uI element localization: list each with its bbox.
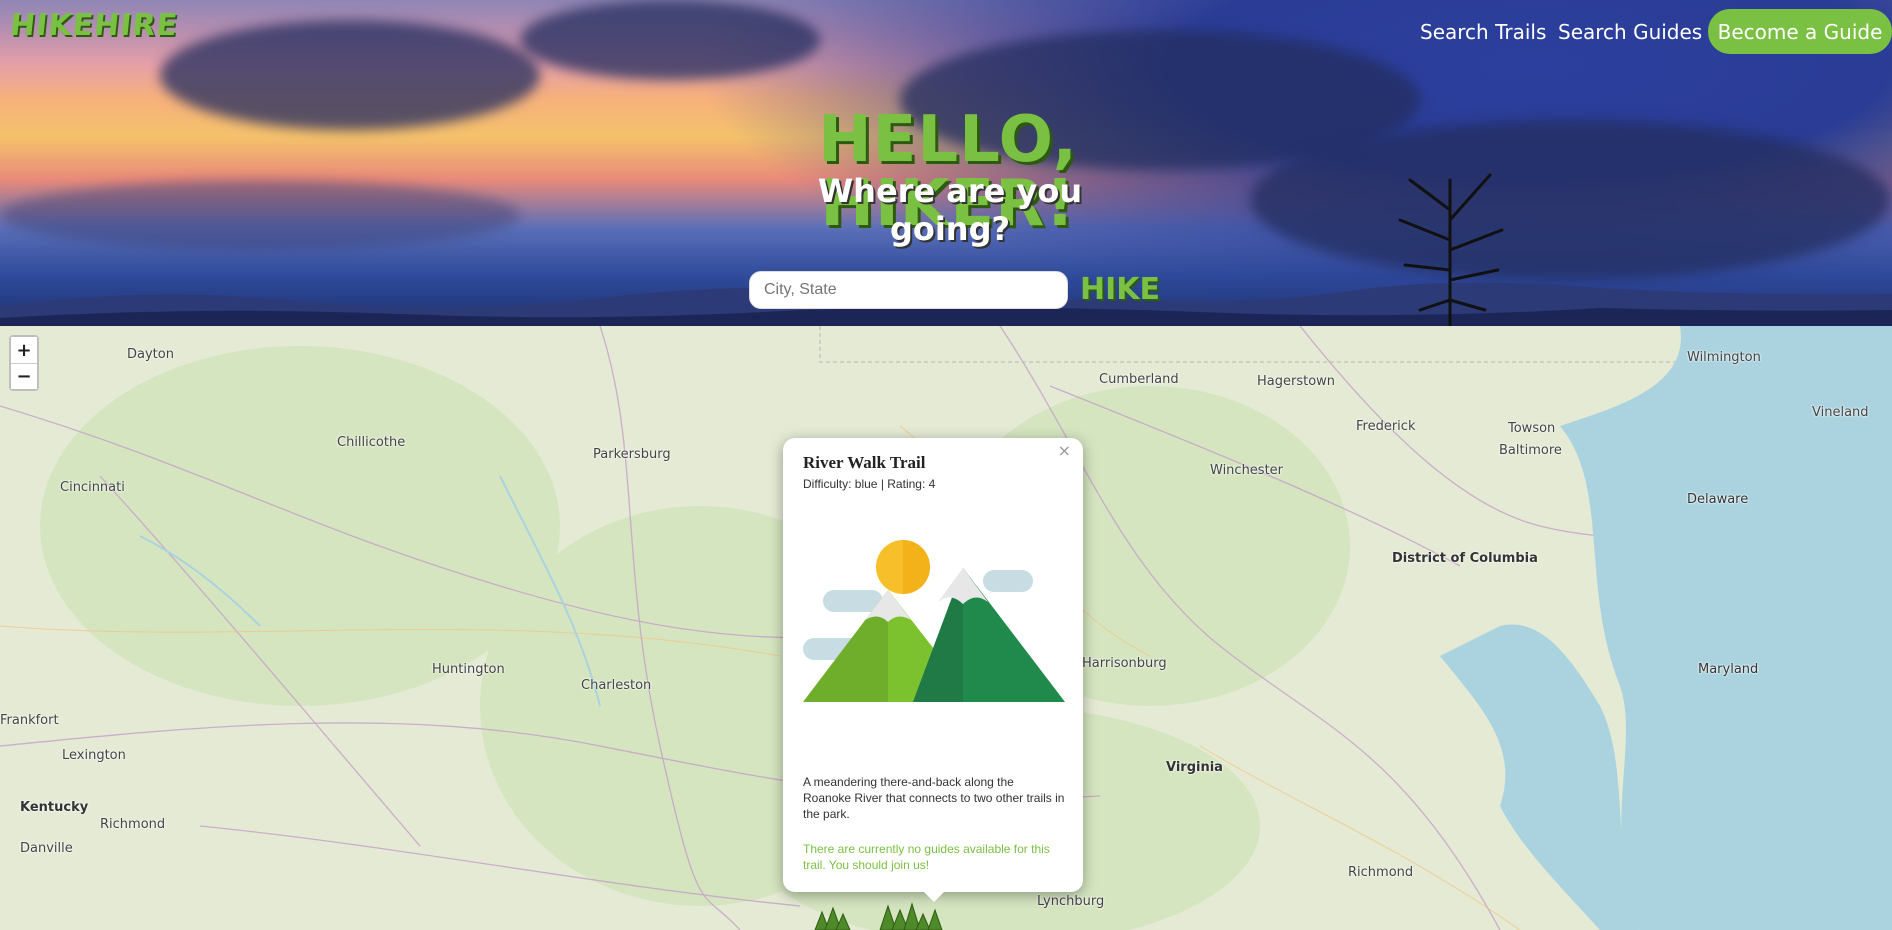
cloud (160, 20, 540, 130)
popup-guide-note: There are currently no guides available … (803, 842, 1050, 872)
hero-subtitle: Where are you going? (817, 172, 1083, 248)
map-label: Vineland (1812, 405, 1869, 420)
mountain-illustration-icon (803, 540, 1065, 702)
zoom-control: + − (9, 335, 39, 391)
map-label: Richmond (100, 817, 166, 832)
map-label: Charleston (581, 678, 652, 693)
trail-popup: × River Walk Trail Difficulty: blue | Ra… (783, 438, 1083, 892)
map-label: Lexington (62, 748, 126, 763)
map-label: Chillicothe (337, 435, 406, 450)
close-icon[interactable]: × (1052, 440, 1077, 461)
map-label: Frankfort (0, 713, 59, 728)
location-search-input[interactable] (749, 271, 1068, 309)
map-label: Parkersburg (593, 447, 671, 462)
map-label: Winchester (1210, 463, 1284, 478)
map-label: Frederick (1356, 419, 1416, 434)
tree-silhouette (1398, 173, 1504, 326)
map-label: Dayton (127, 347, 174, 362)
popup-description: A meandering there-and-back along the Ro… (803, 775, 1065, 821)
map-label: Lynchburg (1037, 894, 1105, 909)
nav-search-guides[interactable]: Search Guides (1558, 20, 1702, 44)
popup-tip (922, 890, 946, 902)
map-label: Danville (20, 841, 73, 856)
nav-search-trails[interactable]: Search Trails (1420, 20, 1546, 44)
map-label: Cumberland (1099, 372, 1179, 387)
hike-search-button[interactable]: HIKE (1080, 272, 1160, 307)
map-label: Huntington (432, 662, 505, 677)
zoom-in-button[interactable]: + (11, 337, 37, 363)
popup-trail-meta: Difficulty: blue | Rating: 4 (803, 477, 936, 491)
map-label: Cincinnati (60, 480, 125, 495)
become-guide-button[interactable]: Become a Guide (1708, 9, 1892, 54)
zoom-out-button[interactable]: − (11, 363, 37, 389)
hero-banner: HIKEHIRE Search Trails Search Guides Bec… (0, 0, 1892, 326)
cloud (1250, 120, 1890, 280)
map-label: District of Columbia (1392, 551, 1538, 566)
map-label: Hagerstown (1257, 374, 1336, 389)
cloud (0, 180, 520, 250)
map-label: Virginia (1166, 760, 1223, 775)
popup-trail-title: River Walk Trail (803, 453, 926, 472)
map-label: Wilmington (1687, 350, 1761, 365)
map-label: Kentucky (20, 800, 89, 815)
map-label: Maryland (1698, 662, 1759, 677)
cloud (520, 0, 820, 80)
logo[interactable]: HIKEHIRE (8, 8, 180, 43)
map-label: Baltimore (1499, 443, 1562, 458)
map-label: Richmond (1348, 865, 1414, 880)
map-label: Harrisonburg (1082, 656, 1167, 671)
map-label: Towson (1508, 421, 1556, 436)
map-label: Delaware (1687, 492, 1749, 507)
